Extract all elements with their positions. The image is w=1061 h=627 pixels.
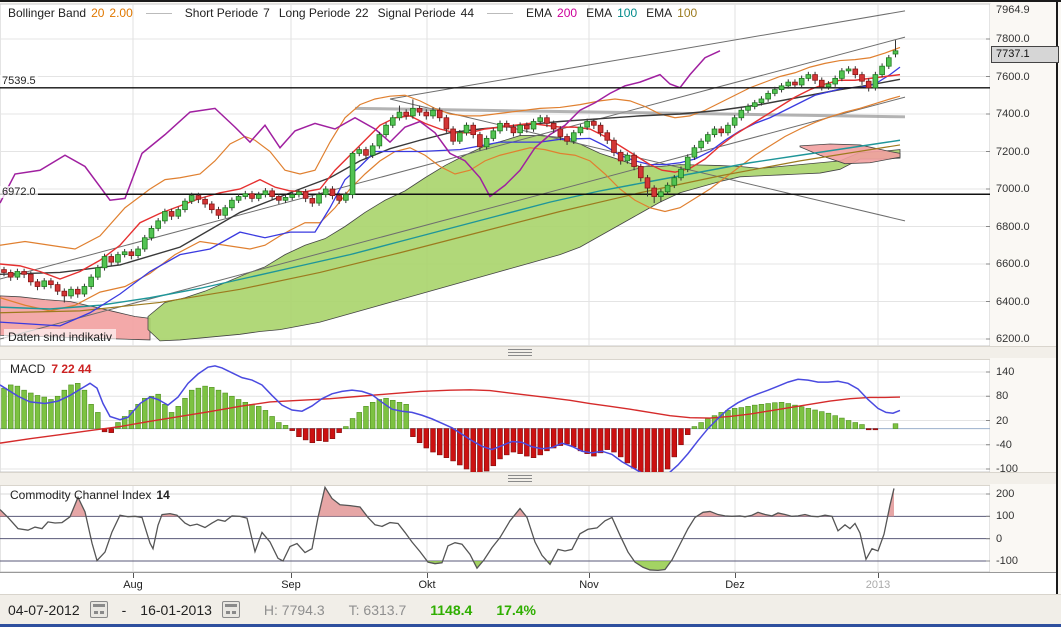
change-absolute: 1148.4 (430, 602, 472, 618)
indicator-legend: Bollinger Band202.00 Short Periode7 Long… (8, 6, 697, 20)
y-axis-label: 200 (996, 488, 1014, 500)
time-axis-tick (735, 573, 736, 578)
y-axis-label: 6400.0 (996, 296, 1030, 308)
y-axis-label: 6200.0 (996, 333, 1030, 345)
y-axis-label: 140 (996, 366, 1014, 378)
cci-panel-title: Commodity Channel Index14 (10, 488, 170, 502)
time-axis-tick (427, 573, 428, 578)
legend-ema-200[interactable]: EMA200 (526, 6, 577, 20)
y-axis-label: 80 (996, 390, 1008, 402)
macd-params: 7 22 44 (51, 362, 91, 376)
legend-signal-periode[interactable]: Signal Periode44 (378, 6, 474, 20)
time-axis-tick (878, 573, 879, 578)
time-axis-label: Okt (418, 579, 435, 591)
legend-divider (146, 13, 172, 14)
time-axis-label: Sep (281, 579, 301, 591)
y-axis-label: 7000.0 (996, 183, 1030, 195)
y-axis-label: 6800.0 (996, 221, 1030, 233)
legend-ema-100-brown[interactable]: EMA100 (646, 6, 697, 20)
legend-divider (487, 13, 513, 14)
y-axis-label: 7400.0 (996, 108, 1030, 120)
time-axis-tick (291, 573, 292, 578)
macd-axis[interactable]: 140 80 20 -40 -100 (990, 358, 1057, 472)
panel-splitter-macd[interactable] (0, 346, 1057, 360)
y-axis-label: 7200.0 (996, 146, 1030, 158)
splitter-grip-icon[interactable] (508, 475, 532, 482)
date-from-field[interactable]: 04-07-2012 (8, 602, 80, 618)
time-axis-label: 2013 (866, 579, 890, 591)
splitter-grip-icon[interactable] (508, 349, 532, 356)
time-axis-tick (133, 573, 134, 578)
calendar-icon[interactable] (90, 601, 108, 618)
charting-application: Bollinger Band202.00 Short Periode7 Long… (0, 0, 1061, 627)
date-range-toolbar: 04-07-2012 - 16-01-2013 H: 7794.3 T: 631… (0, 594, 1061, 624)
support-level-label: 6972.0 (0, 186, 38, 198)
y-axis-label: -40 (996, 439, 1012, 451)
time-axis: Aug Sep Okt Nov Dez 2013 (0, 572, 1057, 595)
date-separator: - (122, 602, 127, 618)
time-axis-label: Dez (725, 579, 745, 591)
y-axis-label: 20 (996, 415, 1008, 427)
y-axis-label: -100 (996, 463, 1018, 475)
y-axis-label: -100 (996, 555, 1018, 567)
y-axis-label: 7600.0 (996, 71, 1030, 83)
cci-period: 14 (156, 488, 169, 502)
current-price-badge: 7737.1 (991, 46, 1059, 63)
resistance-level-label: 7539.5 (0, 75, 38, 87)
panel-splitter-cci[interactable] (0, 472, 1057, 486)
date-to-field[interactable]: 16-01-2013 (140, 602, 212, 618)
y-axis-label: 6600.0 (996, 258, 1030, 270)
legend-long-periode[interactable]: Long Periode22 (279, 6, 369, 20)
window-right-border (1056, 2, 1058, 594)
bollinger-deviation: 2.00 (109, 6, 132, 20)
time-axis-label: Nov (579, 579, 599, 591)
period-high-value: H: 7794.3 (264, 602, 325, 618)
legend-short-periode[interactable]: Short Periode7 (185, 6, 270, 20)
macd-panel-title: MACD7 22 44 (10, 362, 91, 376)
period-low-value: T: 6313.7 (349, 602, 407, 618)
chart-canvas (0, 2, 1061, 627)
bollinger-period: 20 (91, 6, 104, 20)
axis-max-label: 7964.9 (996, 4, 1030, 16)
calendar-icon[interactable] (222, 601, 240, 618)
y-axis-label: 0 (996, 533, 1002, 545)
y-axis-label: 100 (996, 510, 1014, 522)
indicative-data-watermark: Daten sind indikativ (4, 329, 116, 345)
y-axis-label: 7800.0 (996, 33, 1030, 45)
cci-axis[interactable]: 200 100 0 -100 (990, 484, 1057, 572)
change-percent: 17.4% (496, 602, 536, 618)
legend-bollinger[interactable]: Bollinger Band202.00 (8, 6, 133, 20)
time-axis-label: Aug (123, 579, 143, 591)
legend-ema-100-teal[interactable]: EMA100 (586, 6, 637, 20)
time-axis-tick (589, 573, 590, 578)
